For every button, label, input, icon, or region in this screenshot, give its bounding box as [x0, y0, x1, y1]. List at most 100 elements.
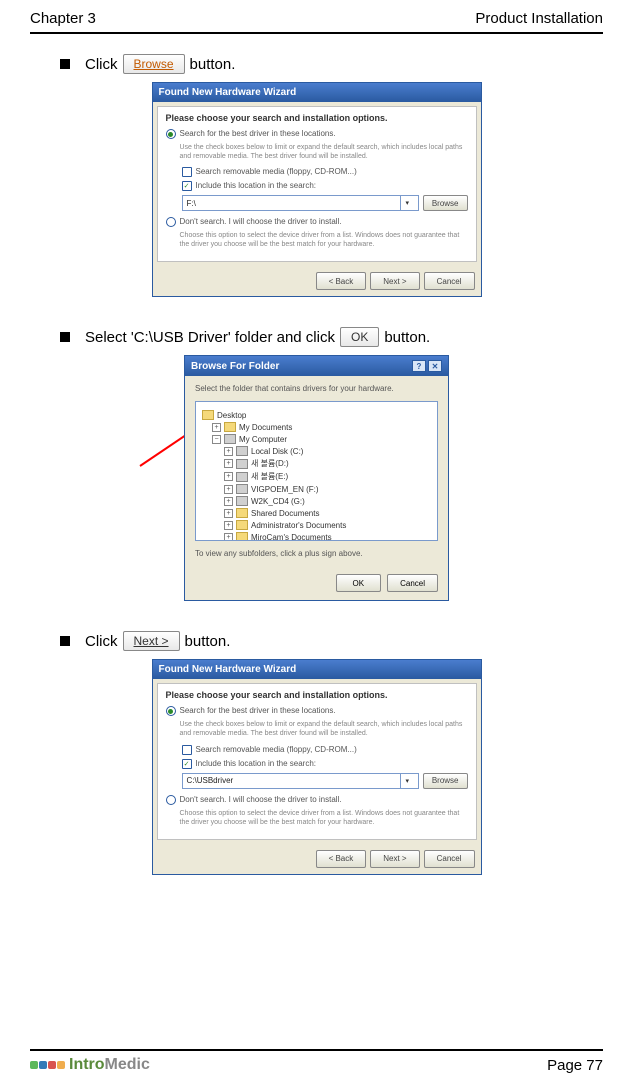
opt1-desc: Use the check boxes below to limit or ex…: [180, 720, 468, 738]
logo-part1: Intro: [69, 1056, 105, 1073]
cancel-button[interactable]: Cancel: [424, 272, 475, 290]
cancel-button[interactable]: Cancel: [387, 574, 438, 592]
drive-icon: [236, 459, 248, 469]
dropdown-arrow-icon[interactable]: ▾: [400, 774, 414, 788]
checkbox-include-location[interactable]: ✓: [182, 759, 192, 769]
checkbox-include-location-label: Include this location in the search:: [196, 759, 317, 768]
dropdown-arrow-icon[interactable]: ▾: [400, 196, 414, 210]
tree-driveD[interactable]: 새 볼륨(D:): [251, 458, 289, 469]
tree-driveE[interactable]: 새 볼륨(E:): [251, 471, 288, 482]
page-number: Page 77: [547, 1057, 603, 1074]
wizard-titlebar: Found New Hardware Wizard: [153, 83, 481, 102]
expander-icon[interactable]: +: [224, 485, 233, 494]
expander-icon[interactable]: +: [224, 472, 233, 481]
figure-browse-folder: Browse For Folder ? ✕ Select the folder …: [30, 355, 603, 601]
opt2-desc: Choose this option to select the device …: [180, 231, 468, 249]
header-section: Product Installation: [475, 10, 603, 27]
expander-icon[interactable]: +: [224, 509, 233, 518]
radio-search-best-label: Search for the best driver in these loca…: [180, 129, 336, 138]
folder-icon: [236, 520, 248, 530]
browse-note: To view any subfolders, click a plus sig…: [195, 549, 438, 558]
drive-icon: [236, 484, 248, 494]
header-rule: [30, 32, 603, 34]
checkbox-removable-media-label: Search removable media (floppy, CD-ROM..…: [196, 167, 357, 176]
step-1: Click Browse button.: [30, 54, 603, 74]
radio-dont-search-label: Don't search. I will choose the driver t…: [180, 795, 342, 804]
checkbox-removable-media[interactable]: [182, 745, 192, 755]
folder-icon: [236, 532, 248, 541]
radio-search-best[interactable]: [166, 706, 176, 716]
cancel-button[interactable]: Cancel: [424, 850, 475, 868]
tree-desktop[interactable]: Desktop: [217, 411, 246, 420]
folder-tree[interactable]: Desktop + My Documents − My Computer + Loca…: [195, 401, 438, 541]
expander-icon[interactable]: +: [224, 459, 233, 468]
wizard-titlebar: Found New Hardware Wizard: [153, 660, 481, 679]
wizard-subtitle: Please choose your search and installati…: [166, 690, 468, 700]
opt2-desc: Choose this option to select the device …: [180, 809, 468, 827]
path-input[interactable]: F:\ ▾: [182, 195, 419, 211]
ok-button[interactable]: OK: [336, 574, 382, 592]
tree-localc[interactable]: Local Disk (C:): [251, 447, 303, 456]
folder-icon: [224, 422, 236, 432]
tree-miro[interactable]: MiroCam's Documents: [251, 533, 332, 542]
drive-icon: [236, 496, 248, 506]
expander-icon[interactable]: +: [212, 423, 221, 432]
radio-search-best-label: Search for the best driver in these loca…: [180, 706, 336, 715]
logo-part2: Medic: [105, 1056, 150, 1073]
browse-instruction: Select the folder that contains drivers …: [195, 384, 438, 393]
checkbox-include-location[interactable]: ✓: [182, 181, 192, 191]
checkbox-removable-media[interactable]: [182, 167, 192, 177]
ok-button-inline[interactable]: OK: [340, 327, 379, 347]
footer-rule: [30, 1049, 603, 1051]
expander-icon[interactable]: +: [224, 533, 233, 542]
intromedic-logo: IntroMedic: [30, 1056, 150, 1074]
next-button[interactable]: Next >: [370, 272, 419, 290]
radio-dont-search[interactable]: [166, 217, 176, 227]
expander-icon[interactable]: −: [212, 435, 221, 444]
help-icon[interactable]: ?: [412, 360, 426, 372]
radio-dont-search-label: Don't search. I will choose the driver t…: [180, 217, 342, 226]
tree-driveF[interactable]: VIGPOEM_EN (F:): [251, 485, 319, 494]
step1-text-pre: Click: [85, 56, 118, 73]
next-button[interactable]: Next >: [370, 850, 419, 868]
radio-dont-search[interactable]: [166, 795, 176, 805]
expander-icon[interactable]: +: [224, 497, 233, 506]
wizard-subtitle: Please choose your search and installati…: [166, 113, 468, 123]
step-3: Click Next > button.: [30, 631, 603, 651]
path-input[interactable]: C:\USBdriver ▾: [182, 773, 419, 789]
tree-admin[interactable]: Administrator's Documents: [251, 521, 346, 530]
bullet-icon: [60, 332, 70, 342]
tree-mydocs[interactable]: My Documents: [239, 423, 292, 432]
browse-button[interactable]: Browse: [423, 195, 468, 211]
next-button-inline[interactable]: Next >: [123, 631, 180, 651]
radio-search-best[interactable]: [166, 129, 176, 139]
browse-button-inline[interactable]: Browse: [123, 54, 185, 74]
folder-icon: [236, 508, 248, 518]
drive-icon: [236, 472, 248, 482]
tree-driveG[interactable]: W2K_CD4 (G:): [251, 497, 305, 506]
step2-text-post: button.: [384, 329, 430, 346]
step-2: Select 'C:\USB Driver' folder and click …: [30, 327, 603, 347]
tree-mycomp[interactable]: My Computer: [239, 435, 287, 444]
bullet-icon: [60, 59, 70, 69]
desktop-icon: [202, 410, 214, 420]
path-input-value: C:\USBdriver: [187, 776, 234, 785]
step3-text-post: button.: [185, 633, 231, 650]
step3-text-pre: Click: [85, 633, 118, 650]
browse-button[interactable]: Browse: [423, 773, 468, 789]
expander-icon[interactable]: +: [224, 521, 233, 530]
back-button[interactable]: < Back: [316, 850, 367, 868]
drive-icon: [236, 446, 248, 456]
tree-shared[interactable]: Shared Documents: [251, 509, 319, 518]
close-icon[interactable]: ✕: [428, 360, 442, 372]
path-input-value: F:\: [187, 199, 196, 208]
step1-text-post: button.: [190, 56, 236, 73]
opt1-desc: Use the check boxes below to limit or ex…: [180, 143, 468, 161]
checkbox-removable-media-label: Search removable media (floppy, CD-ROM..…: [196, 745, 357, 754]
back-button[interactable]: < Back: [316, 272, 367, 290]
header-chapter: Chapter 3: [30, 10, 96, 27]
expander-icon[interactable]: +: [224, 447, 233, 456]
browse-title: Browse For Folder: [191, 361, 279, 372]
figure-wizard-1: Found New Hardware Wizard Please choose …: [30, 82, 603, 297]
checkbox-include-location-label: Include this location in the search:: [196, 181, 317, 190]
